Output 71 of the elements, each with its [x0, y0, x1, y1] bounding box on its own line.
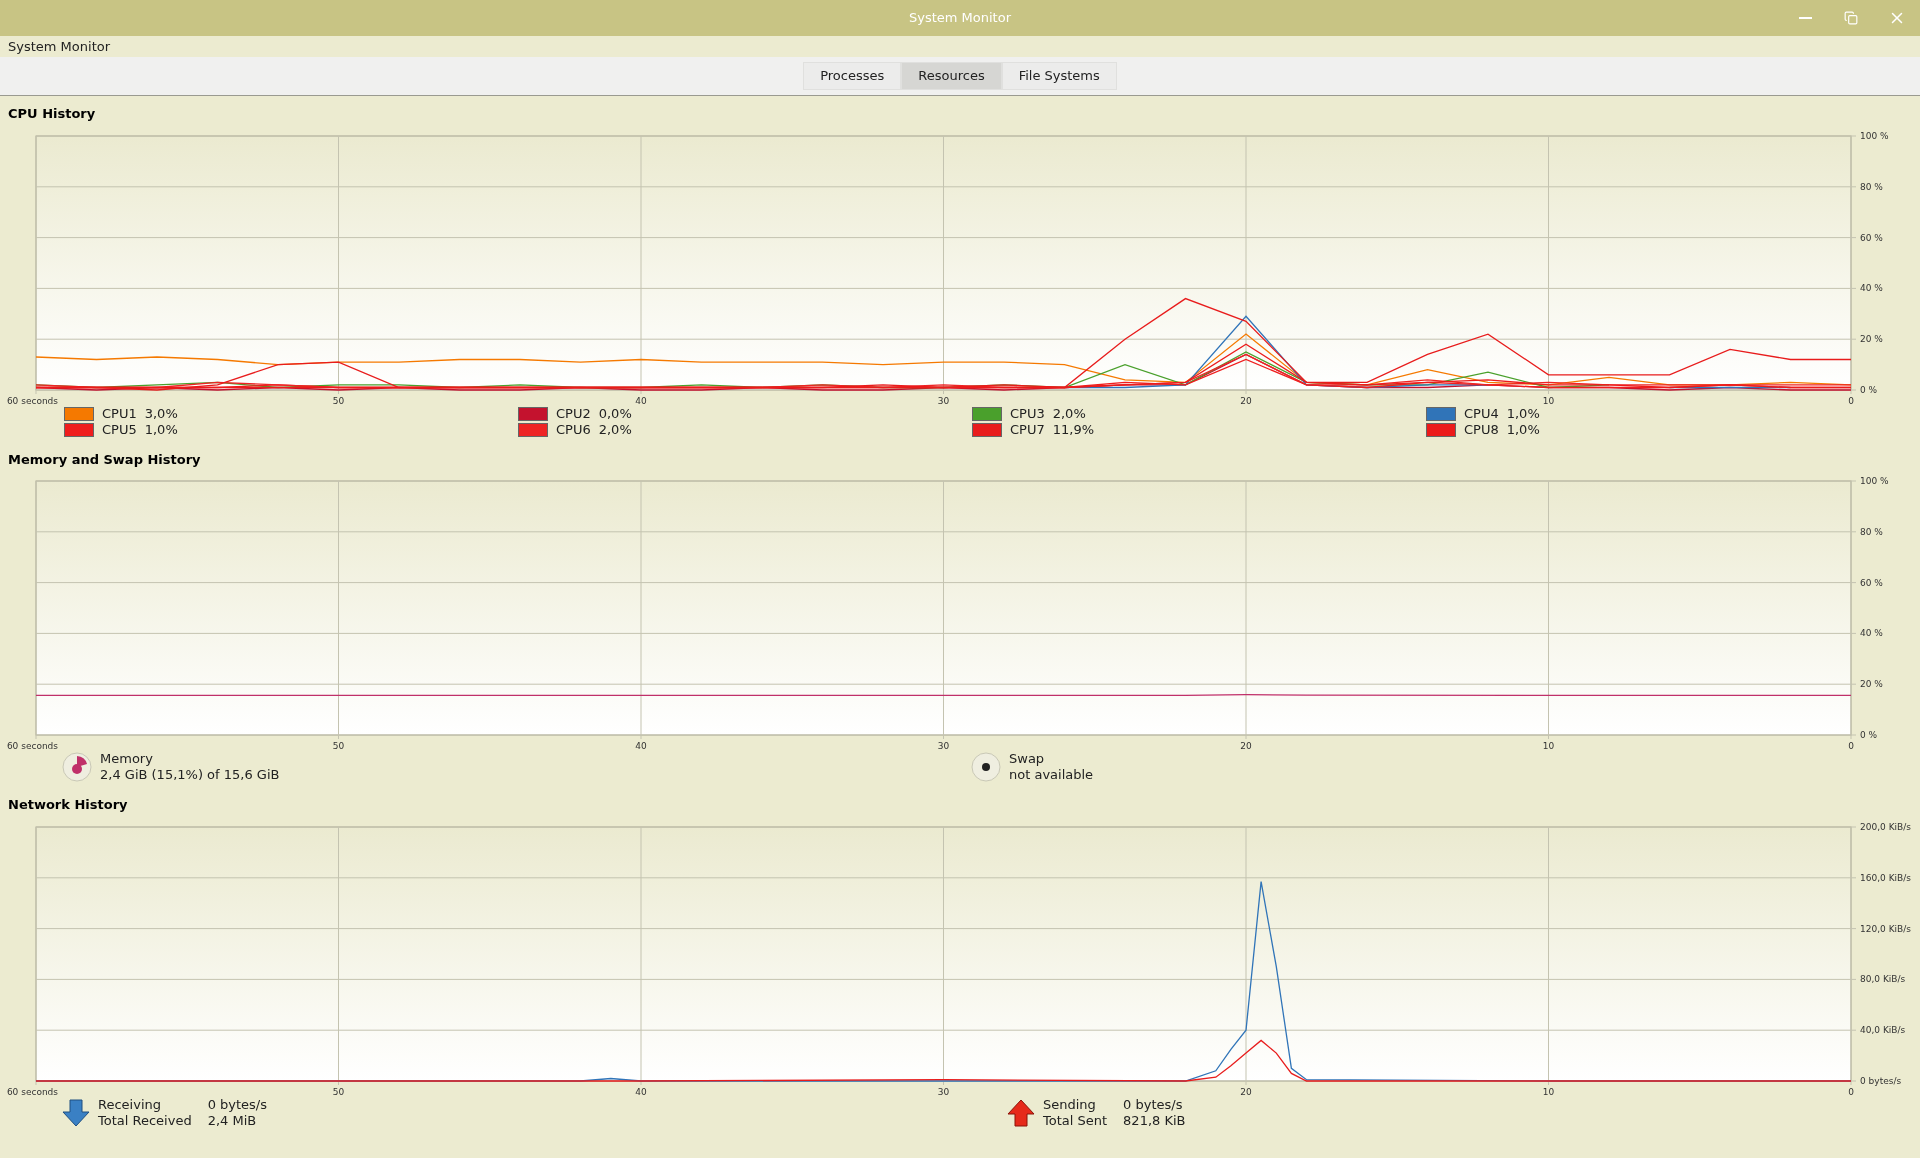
- y-axis-label: 80,0 KiB/s: [1860, 973, 1906, 984]
- legend-detail: 2,4 GiB (15,1%) of 15,6 GiB: [100, 767, 280, 783]
- section-title: Memory and Swap History: [7, 450, 202, 469]
- x-axis-label: 0: [1848, 395, 1854, 406]
- cpu-name: CPU4: [1464, 404, 1499, 423]
- legend-label: Memory: [100, 751, 154, 767]
- y-axis-label: 20 %: [1860, 679, 1883, 690]
- cpu-name: CPU3: [1010, 404, 1045, 423]
- x-axis-label: 60 seconds: [6, 741, 58, 751]
- y-axis-label: 20 %: [1860, 333, 1883, 344]
- x-axis-label: 0: [1848, 741, 1854, 751]
- cpu-value: 3,0%: [144, 404, 178, 423]
- x-axis-label: 60 seconds: [6, 1086, 58, 1097]
- x-axis-label: 50: [332, 1086, 345, 1097]
- x-axis-label: 20: [1240, 1086, 1252, 1097]
- x-axis-label: 10: [1542, 395, 1555, 406]
- y-axis-label: 100 %: [1860, 476, 1889, 486]
- legend-label: Total Received: [98, 1112, 192, 1129]
- x-axis-label: 10: [1542, 741, 1555, 751]
- x-axis-label: 50: [332, 741, 345, 751]
- legend-value: 2,4 MiB: [207, 1112, 258, 1129]
- legend-value: 0 bytes/s: [1123, 1096, 1184, 1113]
- cpu-value: 2,0%: [598, 420, 632, 439]
- y-axis-label: 80 %: [1860, 526, 1883, 537]
- window-title: System Monitor: [909, 9, 1011, 28]
- cpu-name: CPU6: [556, 420, 591, 439]
- cpu-name: CPU8: [1464, 420, 1499, 439]
- y-axis-label: 60 %: [1860, 577, 1883, 588]
- y-axis-label: 120,0 KiB/s: [1860, 923, 1911, 934]
- x-axis-label: 30: [937, 395, 950, 406]
- y-axis-label: 40 %: [1860, 282, 1883, 293]
- y-axis-label: 40 %: [1860, 628, 1883, 639]
- cpu-value: 1,0%: [1506, 420, 1540, 439]
- legend-value: 821,8 KiB: [1123, 1112, 1186, 1129]
- y-axis-label: 160,0 KiB/s: [1860, 872, 1911, 883]
- y-axis-label: 200,0 KiB/s: [1860, 821, 1911, 832]
- legend-label: Total Sent: [1043, 1112, 1108, 1129]
- legend-label: Swap: [1009, 751, 1046, 767]
- cpu-value: 1,0%: [144, 420, 178, 439]
- x-axis-label: 30: [937, 1086, 950, 1097]
- x-axis-label: 20: [1240, 395, 1252, 406]
- x-axis-label: 40: [635, 395, 647, 406]
- cpu-name: CPU5: [102, 420, 137, 439]
- x-axis-label: 40: [635, 741, 647, 751]
- y-axis-label: 60 %: [1860, 232, 1883, 243]
- cpu-value: 1,0%: [1506, 404, 1540, 423]
- y-axis-label: 0 %: [1860, 384, 1878, 395]
- x-axis-label: 0: [1848, 1086, 1854, 1097]
- y-axis-label: 0 %: [1860, 730, 1878, 740]
- x-axis-label: 10: [1542, 1086, 1555, 1097]
- cpu-name: CPU7: [1010, 420, 1045, 439]
- legend-label: Sending: [1043, 1096, 1097, 1113]
- section-title: Network History: [7, 796, 129, 814]
- y-axis-label: 80 %: [1860, 181, 1883, 192]
- legend-value: 0 bytes/s: [207, 1096, 267, 1113]
- y-axis-label: 40,0 KiB/s: [1860, 1024, 1906, 1035]
- x-axis-label: 20: [1240, 741, 1252, 751]
- section-title: CPU History: [7, 105, 97, 123]
- y-axis-label: 100 %: [1860, 130, 1889, 141]
- legend-detail: not available: [1009, 767, 1094, 783]
- x-axis-label: 40: [635, 1086, 647, 1097]
- cpu-name: CPU1: [102, 404, 137, 423]
- cpu-value: 2,0%: [1052, 404, 1086, 423]
- legend-label: Receiving: [98, 1096, 162, 1113]
- y-axis-label: 0 bytes/s: [1860, 1075, 1902, 1086]
- cpu-name: CPU2: [556, 404, 591, 423]
- x-axis-label: 30: [937, 741, 950, 751]
- x-axis-label: 60 seconds: [6, 395, 58, 406]
- cpu-value: 0,0%: [598, 404, 632, 423]
- x-axis-label: 50: [332, 395, 345, 406]
- cpu-value: 11,9%: [1052, 420, 1094, 439]
